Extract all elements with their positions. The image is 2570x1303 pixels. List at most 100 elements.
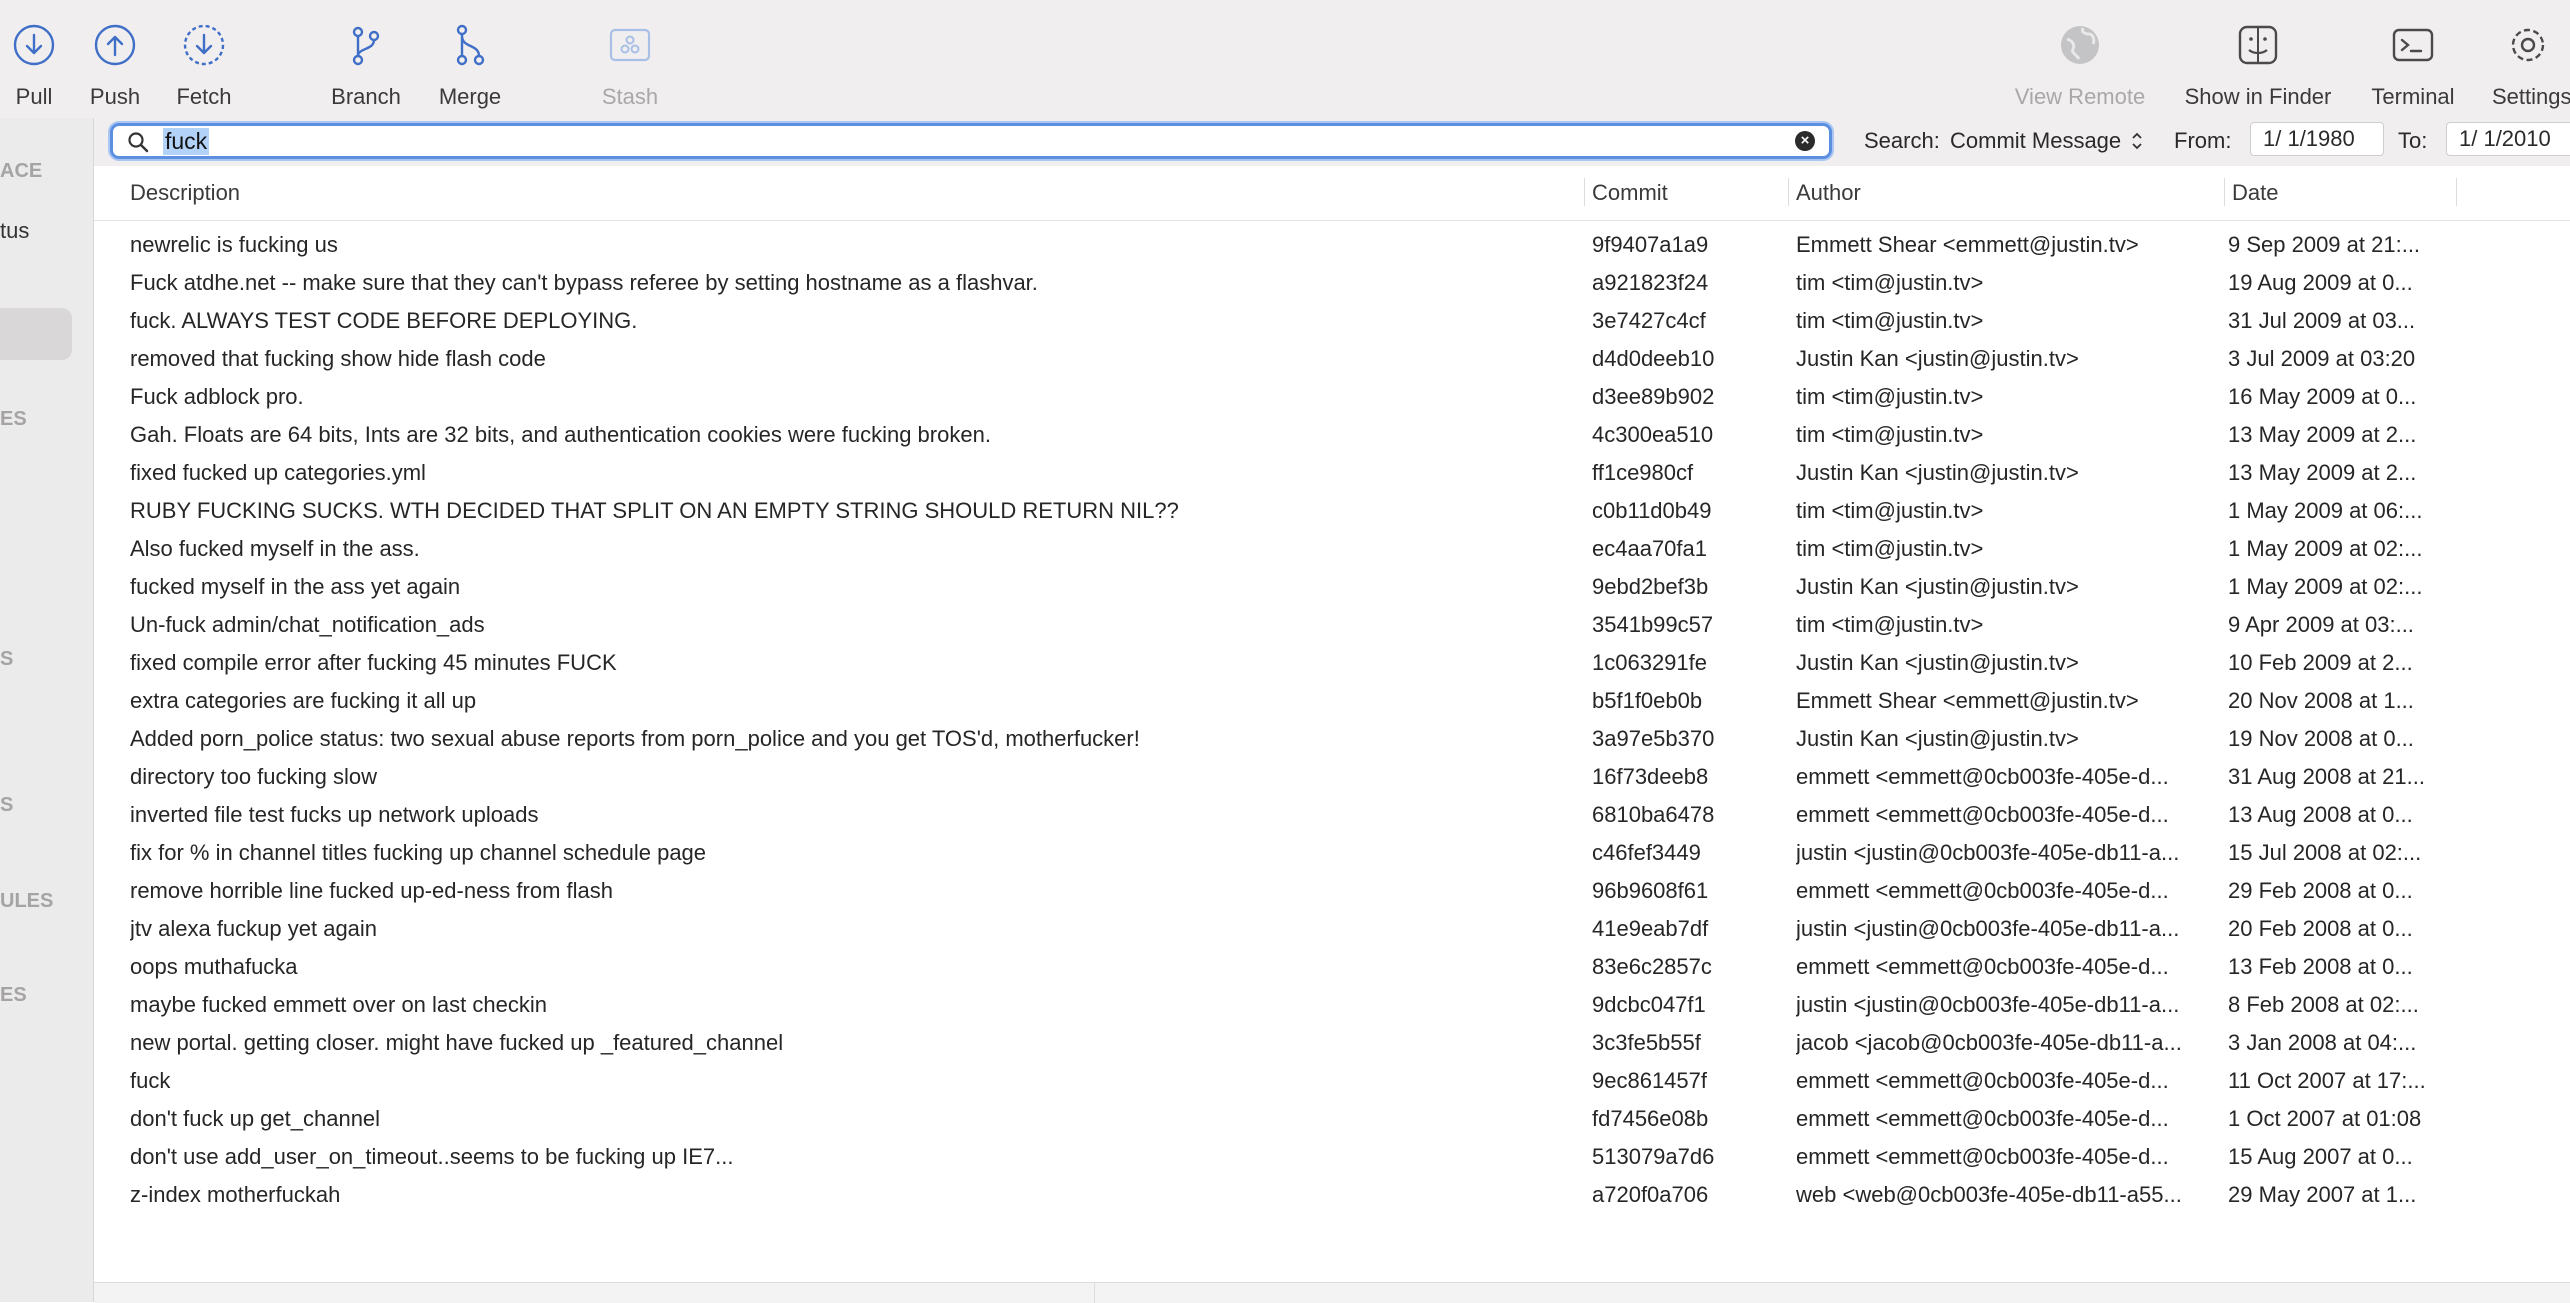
table-row[interactable]: Fuck atdhe.net -- make sure that they ca… [94,264,2570,302]
column-divider[interactable] [1788,178,1789,206]
push-button[interactable]: Push [78,0,152,118]
column-divider[interactable] [1584,178,1585,206]
commit-date: 1 Oct 2007 at 01:08 [2228,1106,2422,1131]
table-row[interactable]: inverted file test fucks up network uplo… [94,796,2570,834]
commit-description: Also fucked myself in the ass. [130,536,420,561]
stash-button[interactable]: Stash [586,0,674,118]
settings-button[interactable]: Settings [2486,0,2570,118]
commit-date: 13 May 2009 at 2... [2228,460,2417,485]
table-row[interactable]: new portal. getting closer. might have f… [94,1024,2570,1062]
column-header-description[interactable]: Description [130,180,240,206]
commit-author: emmett <emmett@0cb003fe-405e-d... [1796,1068,2169,1093]
table-row[interactable]: oops muthafucka 83e6c2857c emmett <emmett@… [94,948,2570,986]
commit-author: Justin Kan <justin@justin.tv> [1796,574,2079,599]
table-row[interactable]: don't fuck up get_channel fd7456e08b emmet… [94,1100,2570,1138]
table-row[interactable]: Added porn_police status: two sexual abu… [94,720,2570,758]
commit-hash: 1c063291fe [1592,650,1707,675]
table-row[interactable]: maybe fucked emmett over on last checkin… [94,986,2570,1024]
commit-hash: a921823f24 [1592,270,1709,295]
commit-hash: ff1ce980cf [1592,460,1694,485]
commit-description: don't use add_user_on_timeout..seems to … [130,1144,734,1169]
merge-button[interactable]: Merge [426,0,514,118]
commit-author: justin <justin@0cb003fe-405e-db11-a... [1796,840,2180,865]
table-row[interactable]: extra categories are fucking it all up b5… [94,682,2570,720]
commit-date: 15 Jul 2008 at 02:... [2228,840,2422,865]
toolbar: Pull Push Fetch Branch Merge Stash View … [0,0,2570,119]
commit-description: Added porn_police status: two sexual abu… [130,726,1140,751]
commit-date: 9 Apr 2009 at 03:... [2228,612,2414,637]
view-remote-button[interactable]: View Remote [2006,0,2154,118]
table-row[interactable]: newrelic is fucking us 9f9407a1a9 Emmett S… [94,226,2570,264]
commit-date: 13 Feb 2008 at 0... [2228,954,2413,979]
table-row[interactable]: Fuck adblock pro. d3ee89b902 tim <tim@just… [94,378,2570,416]
clear-search-icon[interactable]: × [1795,131,1815,151]
terminal-label: Terminal [2371,84,2455,109]
table-row[interactable]: jtv alexa fuckup yet again 41e9eab7df just… [94,910,2570,948]
stash-label: Stash [601,84,659,109]
commit-description: oops muthafucka [130,954,298,979]
column-divider[interactable] [2456,178,2457,206]
column-divider[interactable] [2224,178,2225,206]
table-row[interactable]: fixed fucked up categories.yml ff1ce980cf… [94,454,2570,492]
search-query[interactable]: fuck [163,128,210,155]
column-header-commit[interactable]: Commit [1592,180,1668,206]
pull-button[interactable]: Pull [0,0,68,118]
branch-label: Branch [331,84,401,109]
commit-hash: 3a97e5b370 [1592,726,1715,751]
sidebar-item-status[interactable]: tus [0,218,29,244]
commit-hash: 83e6c2857c [1592,954,1712,979]
search-input[interactable]: fuck × [110,123,1832,159]
pull-label: Pull [15,84,53,109]
table-row[interactable]: Also fucked myself in the ass. ec4aa70fa1… [94,530,2570,568]
table-row[interactable]: RUBY FUCKING SUCKS. WTH DECIDED THAT SPL… [94,492,2570,530]
pane-split-handle[interactable] [1094,1283,1095,1303]
column-header-author[interactable]: Author [1796,180,1861,206]
table-row[interactable]: Un-fuck admin/chat_notification_ads 3541b… [94,606,2570,644]
finder-icon [2238,25,2278,65]
table-row[interactable]: removed that fucking show hide flash cod… [94,340,2570,378]
to-date-field[interactable]: 1/ 1/2010 [2446,122,2570,156]
search-mode-label: Search: [1864,128,1940,153]
table-row[interactable]: Gah. Floats are 64 bits, Ints are 32 bit… [94,416,2570,454]
table-row[interactable]: fix for % in channel titles fucking up c… [94,834,2570,872]
branch-button[interactable]: Branch [320,0,412,118]
commit-date: 29 Feb 2008 at 0... [2228,878,2413,903]
commit-hash: 9ec861457f [1592,1068,1707,1093]
commit-date: 8 Feb 2008 at 02:... [2228,992,2419,1017]
commit-description: fucked myself in the ass yet again [130,574,461,599]
table-row[interactable]: fuck. ALWAYS TEST CODE BEFORE DEPLOYING.… [94,302,2570,340]
commit-author: emmett <emmett@0cb003fe-405e-d... [1796,802,2169,827]
commit-description: new portal. getting closer. might have f… [130,1030,784,1055]
commit-hash: 9dcbc047f1 [1592,992,1706,1017]
commit-description: removed that fucking show hide flash cod… [130,346,546,371]
commit-date: 11 Oct 2007 at 17:... [2228,1068,2426,1093]
commit-hash: 3541b99c57 [1592,612,1714,637]
column-header-date[interactable]: Date [2232,180,2278,206]
commit-description: remove horrible line fucked up-ed-ness f… [130,878,614,903]
table-row[interactable]: fixed compile error after fucking 45 min… [94,644,2570,682]
bottom-pane-divider[interactable] [94,1282,2570,1303]
from-date-field[interactable]: 1/ 1/1980 [2250,122,2384,156]
commit-author: Justin Kan <justin@justin.tv> [1796,346,2079,371]
table-row[interactable]: z-index motherfuckah a720f0a706 web <web@0… [94,1176,2570,1214]
commit-description: don't fuck up get_channel [130,1106,381,1131]
show-in-finder-button[interactable]: Show in Finder [2178,0,2338,118]
table-row[interactable]: fucked myself in the ass yet again 9ebd2b… [94,568,2570,606]
table-row[interactable]: remove horrible line fucked up-ed-ness f… [94,872,2570,910]
sidebar: ACE tus ES S S ULES ES [0,118,94,1302]
terminal-button[interactable]: Terminal [2362,0,2464,118]
table-row[interactable]: directory too fucking slow 16f73deeb8 emme… [94,758,2570,796]
to-label: To: [2398,128,2428,153]
push-icon [94,24,136,66]
table-row[interactable]: don't use add_user_on_timeout..seems to … [94,1138,2570,1176]
commit-hash: 16f73deeb8 [1592,764,1709,789]
sidebar-section-workspace: ACE [0,160,43,182]
table-row[interactable]: fuck 9ec861457f emmett <emmett@0cb003fe-40… [94,1062,2570,1100]
fetch-button[interactable]: Fetch [164,0,244,118]
commit-hash: 9ebd2bef3b [1592,574,1709,599]
commit-date: 9 Sep 2009 at 21:... [2228,232,2421,257]
sidebar-item-selected[interactable] [0,308,72,360]
show-in-finder-label: Show in Finder [2184,84,2332,109]
search-mode-select[interactable]: Commit Message [1950,128,2143,154]
commit-hash: d4d0deeb10 [1592,346,1715,371]
